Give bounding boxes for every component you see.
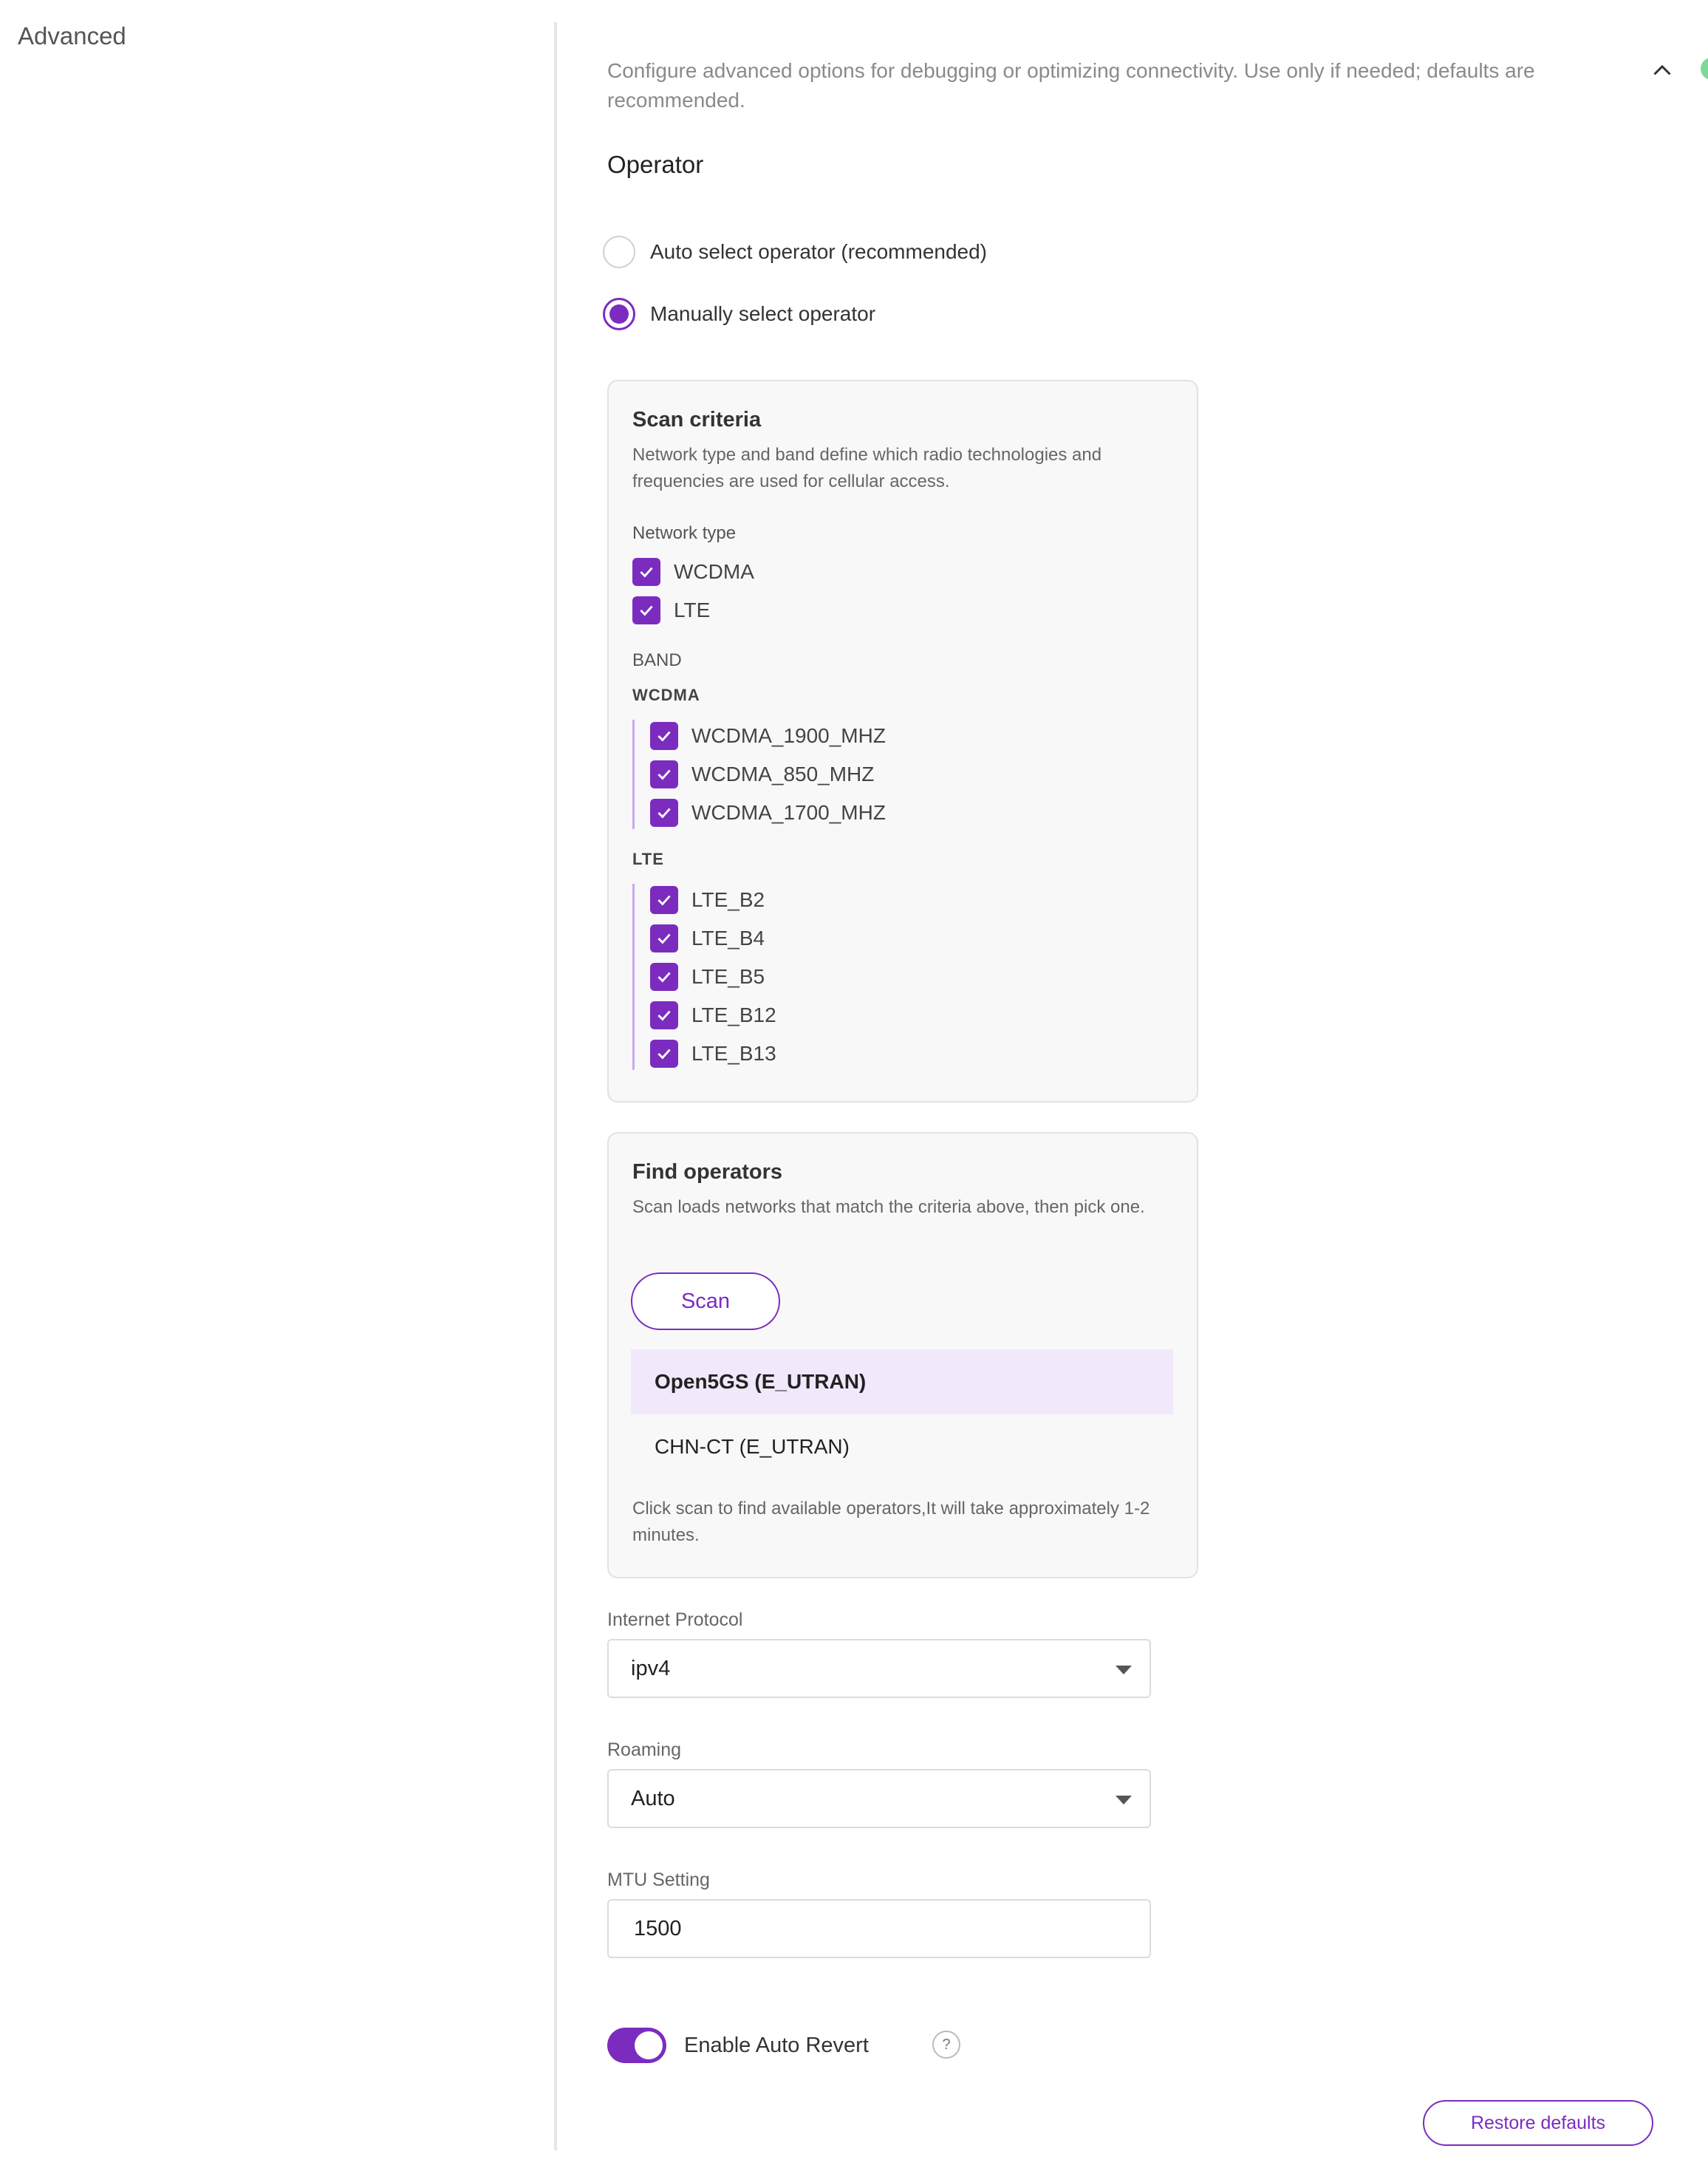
status-dot [1701,58,1708,80]
roaming-label: Roaming [607,1739,682,1760]
band-label: BAND [632,650,682,670]
help-icon[interactable]: ? [932,2031,960,2059]
check-icon[interactable] [650,1001,678,1029]
operator-item[interactable]: Open5GS (E_UTRAN) [631,1349,1173,1414]
checkbox-label: LTE_B5 [691,965,765,988]
checkbox-lte-b2[interactable]: LTE_B2 [650,881,765,919]
check-icon[interactable] [650,1040,678,1068]
wcdma-group-line [632,720,635,829]
checkbox-label: WCDMA_850_MHZ [691,763,875,785]
radio-label: Manually select operator [650,302,876,325]
mtu-label: MTU Setting [607,1870,710,1890]
checkbox-wcdma-850[interactable]: WCDMA_850_MHZ [650,755,874,794]
scan-criteria-title: Scan criteria [632,408,762,432]
check-icon[interactable] [650,924,678,952]
internet-protocol-select[interactable]: ipv4 [607,1639,1151,1698]
checkbox-label: LTE_B12 [691,1003,776,1026]
select-value: ipv4 [631,1656,671,1680]
checkbox-wcdma-1900[interactable]: WCDMA_1900_MHZ [650,717,886,755]
radio-label: Auto select operator (recommended) [650,240,987,263]
checkbox-lte-b4[interactable]: LTE_B4 [650,919,765,958]
checkbox-label: LTE [674,599,711,621]
restore-defaults-button[interactable]: Restore defaults [1423,2100,1653,2146]
check-icon[interactable] [650,760,678,788]
radio-manual-operator[interactable]: Manually select operator [603,296,875,333]
checkbox-label: WCDMA [674,560,754,583]
radio-circle[interactable] [603,298,635,330]
operator-heading: Operator [607,151,704,178]
checkbox-label: WCDMA_1700_MHZ [691,801,886,824]
wcdma-group-label: WCDMA [632,686,700,704]
checkbox-label: LTE_B2 [691,888,765,911]
scan-hint: Click scan to find available operators,I… [632,1499,1150,1545]
check-icon[interactable] [632,596,660,624]
chevron-up-icon[interactable] [1649,58,1675,84]
scan-criteria-subtitle: Network type and band define which radio… [632,445,1102,491]
check-icon[interactable] [650,963,678,991]
vertical-divider [554,22,557,2150]
radio-auto-operator[interactable]: Auto select operator (recommended) [603,234,987,270]
roaming-select[interactable]: Auto [607,1769,1151,1828]
checkbox-label: WCDMA_1900_MHZ [691,724,886,747]
checkbox-lte-b13[interactable]: LTE_B13 [650,1035,776,1073]
checkbox-network-lte[interactable]: LTE [632,591,710,630]
find-operators-title: Find operators [632,1160,783,1184]
auto-revert-label: Enable Auto Revert [684,2034,869,2057]
check-icon[interactable] [632,558,660,586]
caret-down-icon [1116,1666,1132,1674]
checkbox-label: LTE_B4 [691,927,765,950]
select-value: Auto [631,1786,675,1810]
mtu-value: 1500 [634,1916,682,1940]
internet-protocol-label: Internet Protocol [607,1609,743,1630]
checkbox-wcdma-1700[interactable]: WCDMA_1700_MHZ [650,794,886,832]
checkbox-label: LTE_B13 [691,1042,776,1065]
network-type-label: Network type [632,523,737,543]
check-icon[interactable] [650,886,678,914]
scan-criteria-card: Scan criteria Network type and band defi… [607,380,1198,1102]
find-operators-subtitle: Scan loads networks that match the crite… [632,1197,1145,1217]
operator-item[interactable]: CHN-CT (E_UTRAN) [631,1414,1173,1479]
lte-group-label: LTE [632,850,664,868]
radio-circle[interactable] [603,236,635,268]
caret-down-icon [1116,1796,1132,1804]
auto-revert-toggle[interactable] [607,2028,666,2063]
check-icon[interactable] [650,799,678,827]
lte-group-line [632,884,635,1070]
check-icon[interactable] [650,722,678,750]
scan-button[interactable]: Scan [631,1272,780,1330]
mtu-input[interactable]: 1500 [607,1899,1151,1958]
sidebar-title: Advanced [18,22,126,50]
checkbox-network-wcdma[interactable]: WCDMA [632,553,754,591]
checkbox-lte-b12[interactable]: LTE_B12 [650,996,776,1035]
checkbox-lte-b5[interactable]: LTE_B5 [650,958,765,996]
section-description: Configure advanced options for debugging… [607,59,1535,112]
